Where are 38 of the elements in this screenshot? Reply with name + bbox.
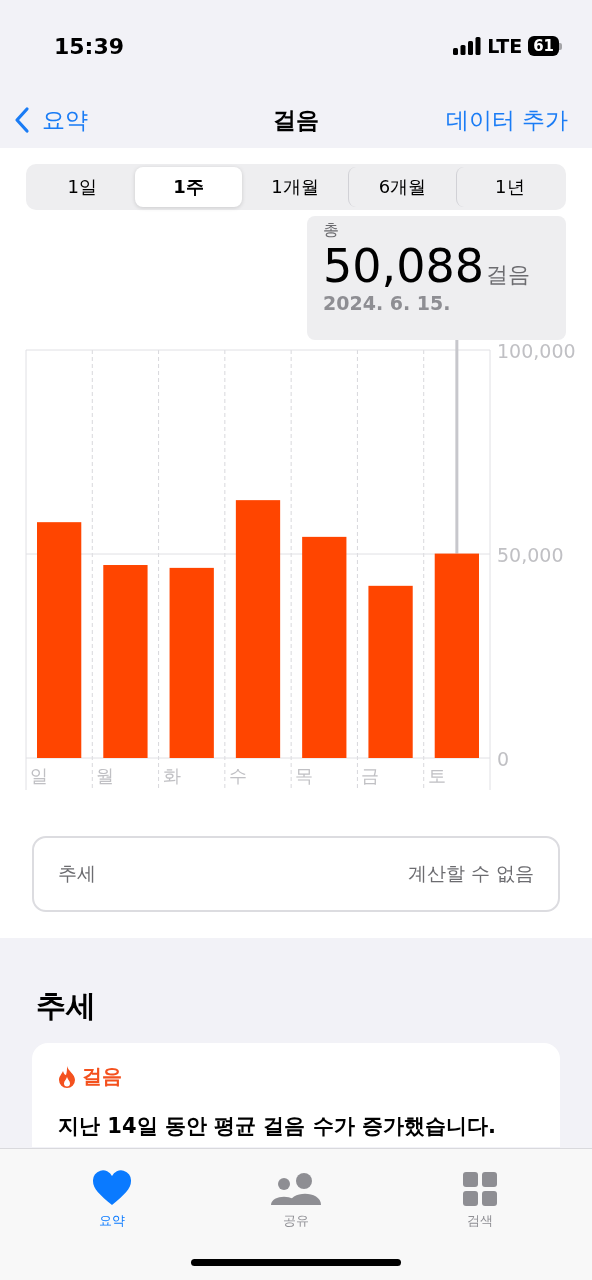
heart-icon [92,1170,132,1206]
flame-icon [58,1064,76,1089]
tooltip-unit: 걸음 [485,261,530,289]
x-axis-label: 금 [361,765,380,786]
range-tab[interactable]: 1주 [135,167,242,207]
status-time: 15:39 [54,33,125,59]
trend-card[interactable]: 걸음 지난 14일 동안 평균 걸음 수가 증가했습니다. [32,1043,560,1147]
trend-label: 추세 [58,861,96,886]
nav-title: 걸음 [273,105,319,135]
y-axis-label: 0 [497,748,510,770]
tooltip-value: 50,088 [323,241,484,292]
heart-tab[interactable]: 요약 [62,1159,162,1231]
range-tab[interactable]: 1년 [455,167,564,207]
x-axis-label: 일 [30,765,48,786]
range-tab[interactable]: 6개월 [348,167,456,207]
x-axis-label: 목 [295,765,314,786]
add-data-button[interactable]: 데이터 추가 [445,104,568,136]
y-axis-label: 100,000 [497,340,576,362]
network-label: LTE [487,35,523,57]
card-text: 지난 14일 동안 평균 걸음 수가 증가했습니다. [58,1113,498,1140]
x-axis-label: 월 [96,765,115,786]
signal-icon [453,37,482,55]
x-axis-label: 화 [162,765,181,786]
range-tab[interactable]: 1개월 [241,167,349,207]
chevron-left-icon [14,106,30,134]
section-heading: 추세 [36,987,97,1025]
x-axis-label: 토 [427,765,446,786]
grid-icon [463,1172,497,1206]
x-axis-label: 수 [228,765,247,786]
card-title: 걸음 [82,1063,122,1090]
battery-icon: 61 [528,36,562,56]
tooltip-label: 총 [323,220,340,241]
trend-value: 계산할 수 없음 [407,861,534,886]
back-button[interactable]: 요약 [14,104,88,136]
tooltip-date: 2024. 6. 15. [323,291,452,314]
people-icon [270,1172,322,1206]
y-axis-label: 50,000 [497,544,564,566]
range-tab[interactable]: 1일 [29,167,136,207]
